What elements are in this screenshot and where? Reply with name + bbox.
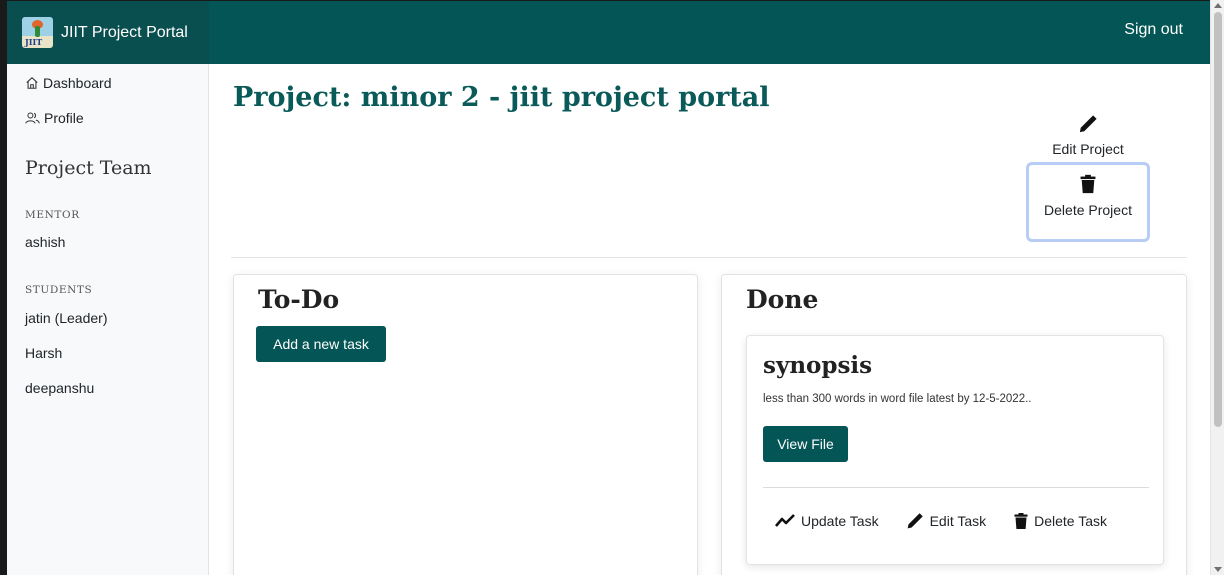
delete-project-button[interactable]: Delete Project [1026, 162, 1150, 242]
student-item: jatin (Leader) [25, 310, 108, 326]
page-title: Project: minor 2 - jiit project portal [233, 82, 770, 113]
mentor-label: MENTOR [25, 209, 80, 221]
view-file-button[interactable]: View File [763, 426, 848, 462]
scroll-thumb[interactable] [1214, 12, 1222, 427]
edit-task-button[interactable]: Edit Task [906, 512, 987, 530]
trash-icon [1080, 174, 1096, 194]
sidebar-item-dashboard[interactable]: Dashboard [25, 73, 112, 93]
main-content: Project: minor 2 - jiit project portal E… [210, 64, 1210, 575]
todo-heading: To-Do [258, 285, 340, 314]
project-subtitle: jiit project portal [509, 82, 770, 113]
done-heading: Done [746, 285, 819, 314]
delete-project-label: Delete Project [1044, 202, 1132, 218]
edit-task-label: Edit Task [929, 513, 987, 529]
task-title: synopsis [763, 352, 873, 379]
sign-out-link[interactable]: Sign out [1124, 21, 1183, 39]
mentor-name: ashish [25, 234, 66, 250]
pencil-icon [907, 513, 923, 529]
sidebar: Dashboard Profile Project Team MENTOR as… [7, 64, 209, 575]
scroll-down-icon[interactable] [1214, 567, 1222, 572]
update-task-button[interactable]: Update Task [775, 513, 879, 529]
scroll-up-icon[interactable] [1214, 3, 1222, 8]
users-icon [25, 112, 40, 124]
add-task-button[interactable]: Add a new task [256, 326, 386, 362]
home-icon [26, 77, 38, 89]
brand[interactable]: JIIT JIIT Project Portal [7, 1, 209, 64]
task-actions: Update Task Edit Task Delete Task [775, 512, 1107, 530]
done-column: Done synopsis less than 300 words in wor… [721, 274, 1187, 575]
task-description: less than 300 words in word file latest … [763, 393, 1032, 405]
edit-project-button[interactable]: Edit Project [1022, 114, 1154, 157]
todo-column: To-Do Add a new task [233, 274, 698, 575]
update-task-label: Update Task [801, 513, 879, 529]
delete-task-label: Delete Task [1034, 513, 1108, 529]
student-item: Harsh [25, 345, 63, 361]
pencil-icon [1079, 115, 1097, 133]
brand-title: JIIT Project Portal [61, 23, 188, 41]
project-name: minor 2 [360, 82, 480, 113]
sidebar-item-label: Dashboard [43, 75, 112, 91]
edit-project-label: Edit Project [1052, 141, 1124, 157]
vertical-scrollbar[interactable] [1210, 0, 1224, 575]
student-item: deepanshu [25, 380, 95, 396]
students-label: STUDENTS [25, 284, 93, 296]
top-navbar: JIIT JIIT Project Portal Sign out [7, 1, 1210, 64]
divider [231, 257, 1187, 258]
trash-icon [1014, 513, 1028, 529]
task-card: synopsis less than 300 words in word fil… [746, 335, 1164, 565]
delete-task-button[interactable]: Delete Task [1014, 512, 1107, 530]
task-divider [763, 487, 1149, 488]
project-team-heading: Project Team [25, 157, 152, 179]
sidebar-item-label: Profile [44, 110, 84, 126]
sidebar-item-profile[interactable]: Profile [25, 108, 84, 128]
trend-icon [775, 514, 795, 527]
jiit-logo-icon: JIIT [22, 17, 53, 48]
